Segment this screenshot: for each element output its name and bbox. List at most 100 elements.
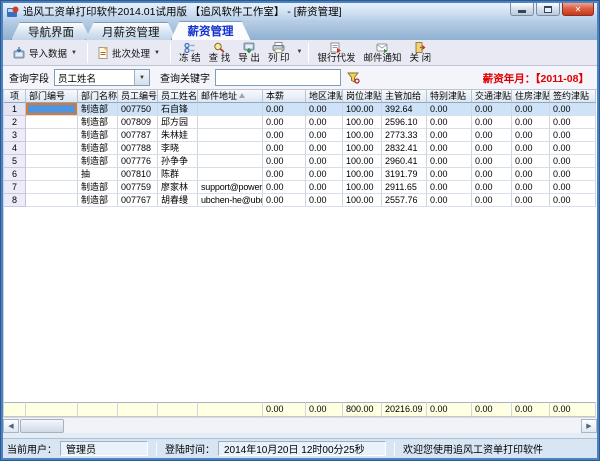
- cell-value[interactable]: 3191.79: [382, 168, 427, 181]
- cell-emp_no[interactable]: 007788: [118, 142, 158, 155]
- cell-value[interactable]: 100.00: [343, 142, 382, 155]
- cell-value[interactable]: 0.00: [472, 168, 512, 181]
- cell-dept_no[interactable]: [26, 181, 78, 194]
- cell-idx[interactable]: 8: [4, 194, 26, 207]
- cell-email[interactable]: support@poweroffice: [198, 181, 263, 194]
- filter-search-icon[interactable]: [347, 72, 360, 84]
- table-row[interactable]: 8制造部007767胡春缦ubchen-he@ubos.cn0.000.0010…: [4, 194, 597, 207]
- cell-idx[interactable]: 6: [4, 168, 26, 181]
- cell-value[interactable]: 0.00: [263, 194, 306, 207]
- cell-value[interactable]: 0.00: [306, 116, 343, 129]
- cell-idx[interactable]: 2: [4, 116, 26, 129]
- cell-value[interactable]: 0.00: [550, 142, 596, 155]
- cell-email[interactable]: [198, 103, 263, 116]
- cell-emp_no[interactable]: 007776: [118, 155, 158, 168]
- header-cell-1[interactable]: 部门编号: [26, 90, 78, 103]
- header-cell-3[interactable]: 员工编号: [118, 90, 158, 103]
- cell-value[interactable]: 0.00: [427, 116, 472, 129]
- cell-value[interactable]: 0.00: [512, 155, 550, 168]
- cell-value[interactable]: 0.00: [512, 194, 550, 207]
- cell-value[interactable]: 100.00: [343, 103, 382, 116]
- cell-value[interactable]: 0.00: [550, 129, 596, 142]
- cell-dept_no[interactable]: [26, 116, 78, 129]
- header-cell-4[interactable]: 员工姓名: [158, 90, 198, 103]
- cell-value[interactable]: 0.00: [427, 103, 472, 116]
- cell-value[interactable]: 0.00: [306, 181, 343, 194]
- cell-value[interactable]: 0.00: [263, 103, 306, 116]
- cell-emp_no[interactable]: 007759: [118, 181, 158, 194]
- cell-value[interactable]: 0.00: [306, 103, 343, 116]
- exit-button[interactable]: 关 闭: [405, 40, 435, 65]
- cell-name[interactable]: 陈群: [158, 168, 198, 181]
- cell-emp_no[interactable]: 007810: [118, 168, 158, 181]
- scroll-right-button[interactable]: ▶: [581, 418, 597, 433]
- cell-name[interactable]: 朱林娃: [158, 129, 198, 142]
- header-cell-6[interactable]: 本薪: [263, 90, 306, 103]
- cell-name[interactable]: 邱方园: [158, 116, 198, 129]
- cell-value[interactable]: 0.00: [306, 129, 343, 142]
- table-row[interactable]: 2 制造部 007809 邱方园 0.00 0.00 100.00 2596.10 0.00 0.…: [4, 116, 597, 129]
- cell-value[interactable]: 0.00: [427, 142, 472, 155]
- cell-value[interactable]: 100.00: [343, 129, 382, 142]
- header-cell-5[interactable]: 邮件地址: [198, 90, 263, 103]
- cell-value[interactable]: 0.00: [512, 168, 550, 181]
- minimize-button[interactable]: [510, 3, 534, 16]
- cell-dept[interactable]: 抽: [78, 168, 118, 181]
- cell-value[interactable]: 0.00: [472, 129, 512, 142]
- cell-value[interactable]: 0.00: [550, 103, 596, 116]
- export-button[interactable]: 导 出: [234, 40, 264, 65]
- cell-name[interactable]: 廖家林: [158, 181, 198, 194]
- print-options-button[interactable]: ▼: [294, 40, 305, 65]
- header-cell-10[interactable]: 特别津贴: [427, 90, 472, 103]
- cell-value[interactable]: 0.00: [427, 181, 472, 194]
- cell-dept_no[interactable]: [26, 194, 78, 207]
- tab-navigation[interactable]: 导航界面: [11, 22, 91, 40]
- cell-value[interactable]: 0.00: [472, 194, 512, 207]
- cell-value[interactable]: 100.00: [343, 155, 382, 168]
- cell-emp_no[interactable]: 007767: [118, 194, 158, 207]
- cell-dept[interactable]: 制造部: [78, 155, 118, 168]
- cell-value[interactable]: 100.00: [343, 116, 382, 129]
- cell-value[interactable]: 0.00: [512, 142, 550, 155]
- import-data-button[interactable]: 导入数据 ▼: [7, 42, 83, 64]
- cell-email[interactable]: [198, 142, 263, 155]
- cell-value[interactable]: 0.00: [472, 116, 512, 129]
- cell-value[interactable]: 0.00: [512, 129, 550, 142]
- cell-emp_no[interactable]: 007787: [118, 129, 158, 142]
- cell-idx[interactable]: 5: [4, 155, 26, 168]
- table-row[interactable]: 4 制造部 007788 李晓 0.00 0.00 100.00 2832.41 0.00 0.0…: [4, 142, 597, 155]
- cell-dept_no[interactable]: [26, 129, 78, 142]
- cell-value[interactable]: 0.00: [550, 194, 596, 207]
- cell-email[interactable]: [198, 129, 263, 142]
- cell-value[interactable]: 0.00: [263, 168, 306, 181]
- cell-idx[interactable]: 4: [4, 142, 26, 155]
- table-row[interactable]: 3 制造部 007787 朱林娃 0.00 0.00 100.00 2773.33 0.00 0.…: [4, 129, 597, 142]
- cell-value[interactable]: 0.00: [472, 142, 512, 155]
- cell-value[interactable]: 100.00: [343, 194, 382, 207]
- cell-value[interactable]: 2960.41: [382, 155, 427, 168]
- cell-value[interactable]: 2557.76: [382, 194, 427, 207]
- cell-value[interactable]: 0.00: [306, 142, 343, 155]
- header-cell-13[interactable]: 签约津贴: [550, 90, 596, 103]
- table-row[interactable]: 7制造部007759廖家林support@poweroffice0.000.00…: [4, 181, 597, 194]
- cell-idx[interactable]: 7: [4, 181, 26, 194]
- cell-value[interactable]: 0.00: [306, 168, 343, 181]
- query-keyword-input[interactable]: [215, 69, 341, 86]
- header-cell-7[interactable]: 地区津贴: [306, 90, 343, 103]
- cell-emp_no[interactable]: 007809: [118, 116, 158, 129]
- scroll-left-button[interactable]: ◀: [3, 418, 19, 433]
- cell-dept_no[interactable]: [26, 155, 78, 168]
- header-cell-2[interactable]: 部门名称: [78, 90, 118, 103]
- close-button[interactable]: ✕: [562, 3, 594, 16]
- maximize-button[interactable]: [536, 3, 560, 16]
- cell-value[interactable]: 0.00: [512, 103, 550, 116]
- cell-dept[interactable]: 制造部: [78, 194, 118, 207]
- bank-payment-button[interactable]: 银行代发: [313, 40, 359, 65]
- cell-value[interactable]: 0.00: [306, 194, 343, 207]
- table-row[interactable]: 6 抽 007810 陈群 0.00 0.00 100.00 3191.79 0.00 0.00 0…: [4, 168, 597, 181]
- scrollbar-thumb[interactable]: [20, 418, 64, 433]
- cell-dept[interactable]: 制造部: [78, 129, 118, 142]
- cell-email[interactable]: ubchen-he@ubos.cn: [198, 194, 263, 207]
- cell-value[interactable]: 0.00: [427, 168, 472, 181]
- cell-value[interactable]: 0.00: [472, 181, 512, 194]
